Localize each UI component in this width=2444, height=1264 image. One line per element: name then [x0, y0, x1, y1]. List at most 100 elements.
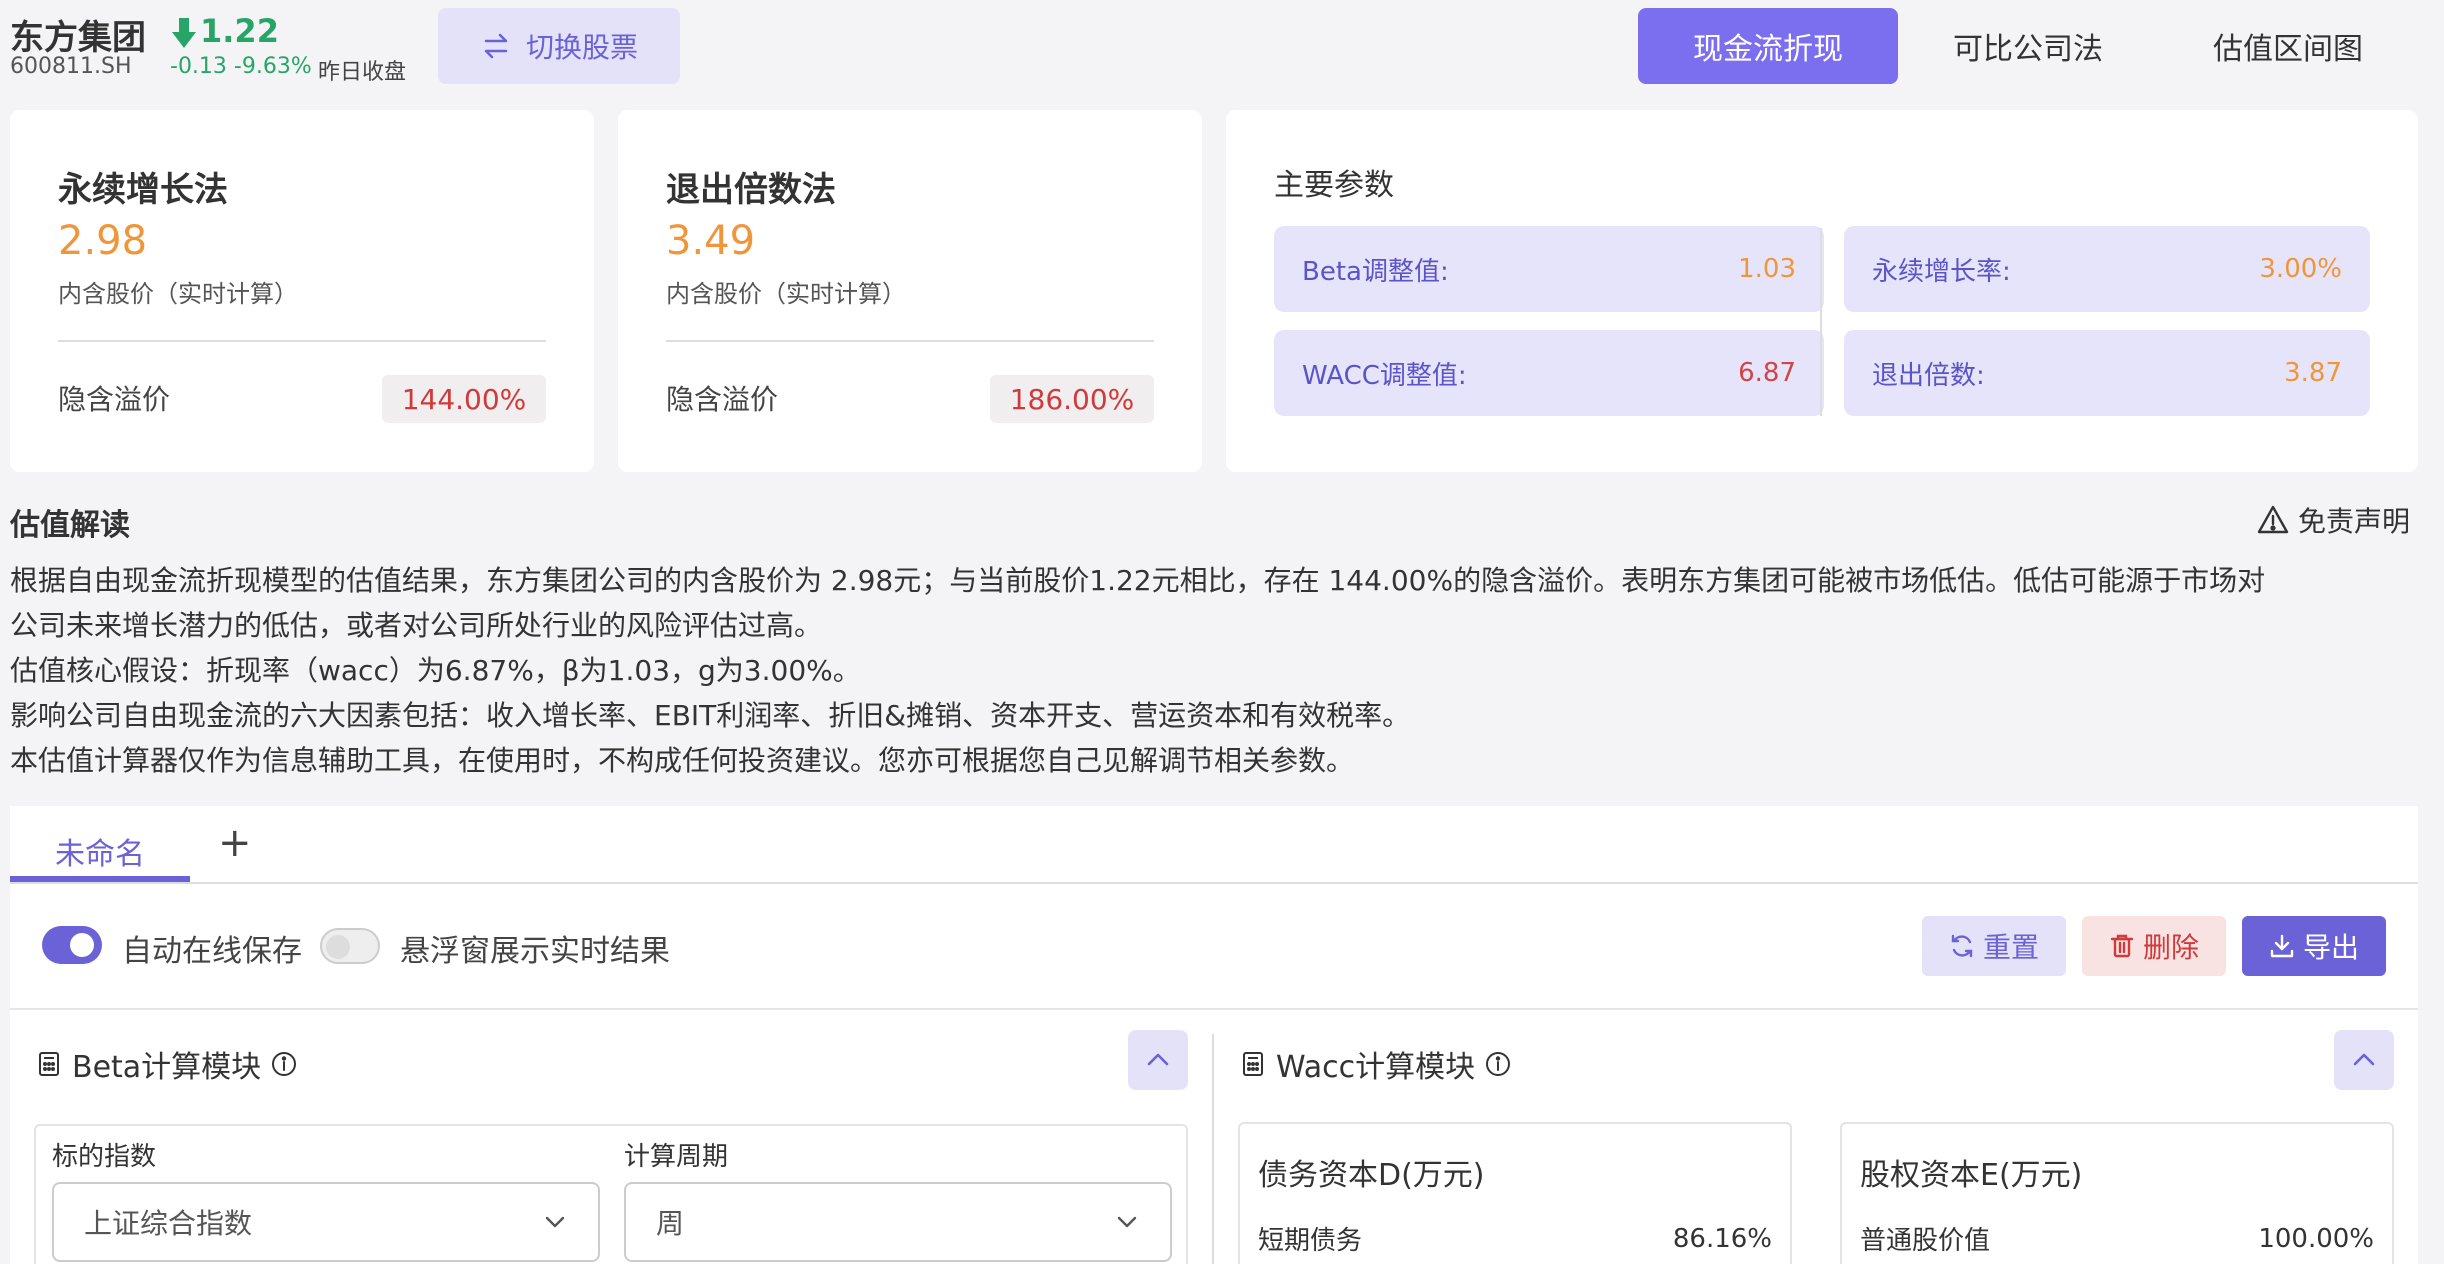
interpretation-title: 估值解读 [10, 508, 130, 543]
premium-badge: 186.00% [990, 375, 1154, 423]
equity-capital-box: 股权资本E(万元) 普通股价值 100.00% [1840, 1122, 2394, 1264]
interpretation-line: 根据自由现金流折现模型的估值结果，东方集团公司的内含股价为 2.98元；与当前股… [10, 564, 2266, 597]
perpetual-growth-card: 永续增长法 2.98 内含股价（实时计算） 隐含溢价 144.00% [10, 110, 594, 472]
param-value: 1.03 [1738, 254, 1796, 284]
intrinsic-price: 3.49 [666, 218, 756, 264]
download-icon [2270, 934, 2294, 958]
toggle-knob [70, 933, 94, 957]
period-select-value: 周 [656, 1207, 685, 1240]
param-growth: 永续增长率: 3.00% [1844, 226, 2370, 312]
index-label: 标的指数 [52, 1142, 157, 1172]
tab-valuation-range[interactable]: 估值区间图 [2158, 8, 2418, 84]
delete-label: 删除 [2142, 931, 2199, 964]
param-beta: Beta调整值: 1.03 [1274, 226, 1824, 312]
debt-row-value: 86.16% [1672, 1224, 1772, 1254]
param-label: Beta调整值: [1302, 256, 1449, 287]
warning-icon [2257, 505, 2289, 534]
reset-button[interactable]: 重置 [1922, 916, 2066, 976]
chevron-up-icon [1147, 1053, 1169, 1066]
exit-multiple-card: 退出倍数法 3.49 内含股价（实时计算） 隐含溢价 186.00% [618, 110, 1202, 472]
float-window-label: 悬浮窗展示实时结果 [400, 934, 670, 969]
beta-module-header: Beta计算模块 [36, 1042, 297, 1086]
debt-capital-title: 债务资本D(万元) [1258, 1158, 1485, 1193]
export-label: 导出 [2302, 931, 2359, 964]
price-note: 昨日收盘 [318, 60, 407, 85]
interpretation-line: 估值核心假设：折现率（wacc）为6.87%，β为1.03，g为3.00%。 [10, 654, 861, 687]
switch-stock-label: 切换股票 [525, 31, 638, 64]
premium-badge: 144.00% [382, 375, 546, 423]
toggle-knob [326, 935, 350, 959]
calculator-icon [1243, 1052, 1263, 1076]
param-value: 3.87 [2284, 358, 2342, 388]
price-change: -0.13 -9.63% [170, 54, 312, 79]
interpretation-line: 本估值计算器仅作为信息辅助工具，在使用时，不构成任何投资建议。您亦可根据您自己见… [10, 744, 1355, 777]
card-title: 永续增长法 [58, 170, 228, 210]
interpretation-line: 公司未来增长潜力的低估，或者对公司所处行业的风险评估过高。 [10, 609, 823, 642]
stock-code: 600811.SH [10, 54, 132, 79]
add-tab-button[interactable]: + [218, 820, 252, 866]
auto-save-toggle[interactable] [42, 926, 102, 964]
param-wacc: WACC调整值: 6.87 [1274, 330, 1824, 416]
wacc-collapse-button[interactable] [2334, 1030, 2394, 1090]
swap-icon [484, 33, 508, 59]
param-label: 退出倍数: [1872, 360, 1985, 391]
index-select-value: 上证综合指数 [84, 1207, 253, 1240]
panel-divider [10, 1008, 2418, 1010]
info-icon[interactable] [271, 1051, 297, 1077]
stock-name: 东方集团 [10, 18, 146, 58]
card-title: 退出倍数法 [666, 170, 836, 210]
debt-row-label: 短期债务 [1258, 1226, 1363, 1256]
index-select[interactable]: 上证综合指数 [52, 1182, 600, 1262]
info-icon[interactable] [1485, 1051, 1511, 1077]
trash-icon [2110, 934, 2134, 958]
beta-module-title: Beta计算模块 [72, 1050, 262, 1085]
divider [58, 340, 546, 342]
divider [666, 340, 1154, 342]
beta-collapse-button[interactable] [1128, 1030, 1188, 1090]
param-exit-multiple: 退出倍数: 3.87 [1844, 330, 2370, 416]
reset-label: 重置 [1982, 931, 2039, 964]
tab-dcf[interactable]: 现金流折现 [1638, 8, 1898, 84]
param-label: WACC调整值: [1302, 360, 1467, 391]
module-separator [1212, 1034, 1214, 1264]
beta-inputs-box: 标的指数 上证综合指数 计算周期 周 [34, 1124, 1188, 1264]
param-value: 3.00% [2259, 254, 2342, 284]
chevron-up-icon [2353, 1053, 2375, 1066]
arrow-down-icon [172, 18, 196, 48]
export-button[interactable]: 导出 [2242, 916, 2386, 976]
equity-row-label: 普通股价值 [1860, 1226, 1991, 1256]
debt-capital-box: 债务资本D(万元) 短期债务 86.16% [1238, 1122, 1792, 1264]
equity-row-value: 100.00% [2258, 1224, 2374, 1254]
delete-button[interactable]: 删除 [2082, 916, 2226, 976]
period-label: 计算周期 [624, 1142, 729, 1172]
main-params-card: 主要参数 Beta调整值: 1.03 WACC调整值: 6.87 永续增长率: … [1226, 110, 2418, 472]
tab-unnamed[interactable]: 未命名 [10, 822, 190, 880]
tab-bar-divider [10, 882, 2418, 884]
calculator-icon [39, 1052, 59, 1076]
param-label: 永续增长率: [1872, 256, 2011, 287]
card-subtitle: 内含股价（实时计算） [666, 280, 906, 308]
chevron-down-icon [1117, 1216, 1137, 1228]
disclaimer-link[interactable]: 免责声明 [2256, 500, 2410, 540]
param-value: 6.87 [1738, 358, 1796, 388]
period-select[interactable]: 周 [624, 1182, 1172, 1262]
current-price: 1.22 [200, 12, 279, 50]
premium-label: 隐含溢价 [58, 383, 171, 416]
premium-label: 隐含溢价 [666, 383, 779, 416]
equity-capital-title: 股权资本E(万元) [1860, 1158, 2083, 1193]
intrinsic-price: 2.98 [58, 218, 148, 264]
wacc-module-title: Wacc计算模块 [1276, 1050, 1476, 1085]
tab-comparable[interactable]: 可比公司法 [1898, 8, 2158, 84]
params-separator [1820, 228, 1822, 416]
float-window-toggle[interactable] [320, 928, 380, 964]
chevron-down-icon [545, 1216, 565, 1228]
refresh-icon [1951, 934, 1973, 958]
switch-stock-button[interactable]: 切换股票 [438, 8, 680, 84]
interpretation-text: 根据自由现金流折现模型的估值结果，东方集团公司的内含股价为 2.98元；与当前股… [10, 558, 2430, 783]
interpretation-line: 影响公司自由现金流的六大因素包括：收入增长率、EBIT利润率、折旧&摊销、资本开… [10, 699, 1411, 732]
params-title: 主要参数 [1274, 168, 1394, 203]
card-subtitle: 内含股价（实时计算） [58, 280, 298, 308]
auto-save-label: 自动在线保存 [122, 934, 302, 969]
wacc-module-header: Wacc计算模块 [1240, 1042, 1511, 1086]
disclaimer-label: 免责声明 [2298, 505, 2411, 538]
